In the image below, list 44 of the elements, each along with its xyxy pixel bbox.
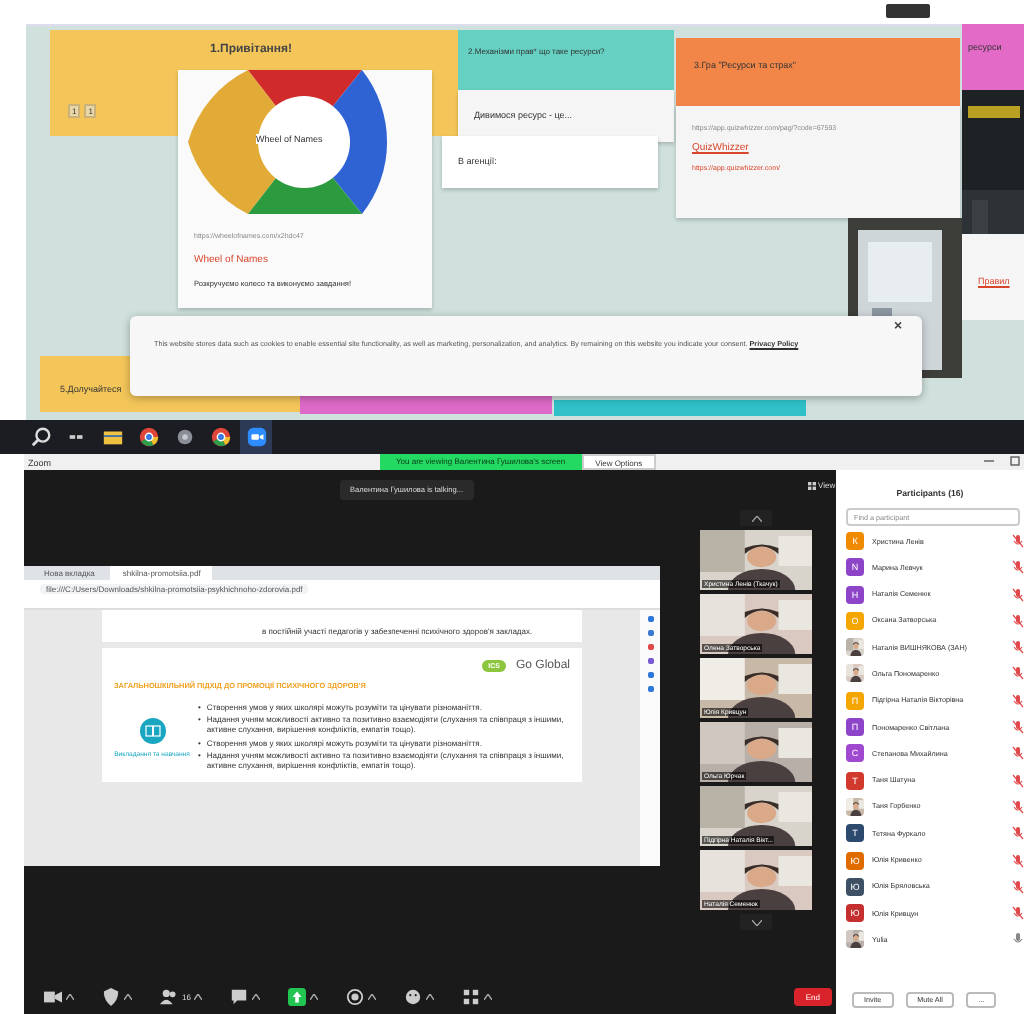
reactions-icon[interactable]	[404, 988, 423, 1006]
chrome-icon[interactable]	[209, 426, 231, 448]
muted-mic-icon[interactable]	[1012, 799, 1024, 814]
maximize-icon[interactable]	[1010, 456, 1020, 466]
video-icon[interactable]	[44, 988, 62, 1006]
caret-icon[interactable]	[66, 994, 74, 1000]
muted-mic-icon[interactable]	[1012, 853, 1024, 868]
record-icon[interactable]	[346, 988, 365, 1006]
muted-mic-icon[interactable]	[1012, 666, 1024, 681]
share-screen-icon[interactable]	[288, 988, 307, 1006]
caret-icon[interactable]	[368, 994, 377, 1000]
scroll-up-icon[interactable]	[751, 515, 761, 521]
app-icon[interactable]	[173, 426, 195, 448]
book-icon	[139, 717, 165, 744]
muted-mic-icon[interactable]	[1012, 879, 1024, 894]
zoom-icon[interactable]	[245, 426, 267, 448]
chrome-icon[interactable]	[137, 426, 159, 448]
caret-icon[interactable]	[252, 994, 261, 1000]
mic-icon[interactable]	[1012, 932, 1024, 947]
scroll-down-icon[interactable]	[751, 919, 761, 925]
caret-icon[interactable]	[310, 994, 319, 1000]
grid-icon[interactable]	[808, 481, 816, 489]
muted-mic-icon[interactable]	[1012, 560, 1024, 575]
folder-icon[interactable]	[101, 426, 123, 448]
shield-icon[interactable]	[102, 988, 120, 1006]
minimize-icon[interactable]	[984, 456, 994, 466]
search-icon[interactable]	[29, 426, 51, 448]
muted-mic-icon[interactable]	[1012, 746, 1024, 761]
muted-mic-icon[interactable]	[1012, 826, 1024, 841]
muted-mic-icon[interactable]	[1012, 773, 1024, 788]
muted-mic-icon[interactable]	[1012, 693, 1024, 708]
muted-mic-icon[interactable]	[1012, 906, 1024, 921]
muted-mic-icon[interactable]	[1012, 640, 1024, 655]
caret-icon[interactable]	[194, 994, 203, 1000]
caret-icon[interactable]	[426, 994, 435, 1000]
muted-mic-icon[interactable]	[1012, 587, 1024, 602]
caret-icon[interactable]	[484, 994, 493, 1000]
muted-mic-icon[interactable]	[1012, 720, 1024, 735]
muted-mic-icon[interactable]	[1012, 613, 1024, 628]
participants-icon[interactable]	[160, 988, 178, 1006]
apps-icon[interactable]	[462, 988, 481, 1006]
caret-icon[interactable]	[124, 994, 132, 1000]
chat-icon[interactable]	[230, 988, 249, 1006]
muted-mic-icon[interactable]	[1012, 534, 1024, 548]
